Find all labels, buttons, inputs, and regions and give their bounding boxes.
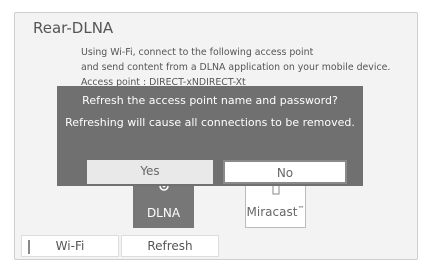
- instruction-line-1: Using Wi-Fi, connect to the following ac…: [81, 47, 314, 58]
- wifi-tab-label: Wi-Fi: [55, 239, 85, 253]
- refresh-tab-label: Refresh: [147, 239, 193, 253]
- screen-frame: Rear-DLNA Using Wi-Fi, connect to the fo…: [14, 12, 418, 260]
- dialog-message: Refresh the access point name and passwo…: [82, 94, 338, 107]
- no-button[interactable]: No: [223, 160, 347, 184]
- instruction-line-2: and send content from a DLNA application…: [81, 62, 391, 73]
- refresh-dialog: Refresh the access point name and passwo…: [57, 86, 363, 186]
- yes-button[interactable]: Yes: [87, 160, 213, 184]
- page-title: Rear-DLNA: [33, 19, 114, 37]
- wifi-tab[interactable]: Wi-Fi: [21, 235, 119, 257]
- dlna-label: DLNA: [146, 206, 181, 220]
- tab-indicator: [28, 240, 30, 254]
- refresh-tab[interactable]: Refresh: [121, 235, 219, 257]
- trademark-symbol: ™: [297, 205, 305, 213]
- dialog-submessage: Refreshing will cause all connections to…: [65, 116, 355, 129]
- miracast-label-text: Miracast: [246, 205, 298, 219]
- miracast-label: Miracast™: [246, 205, 305, 219]
